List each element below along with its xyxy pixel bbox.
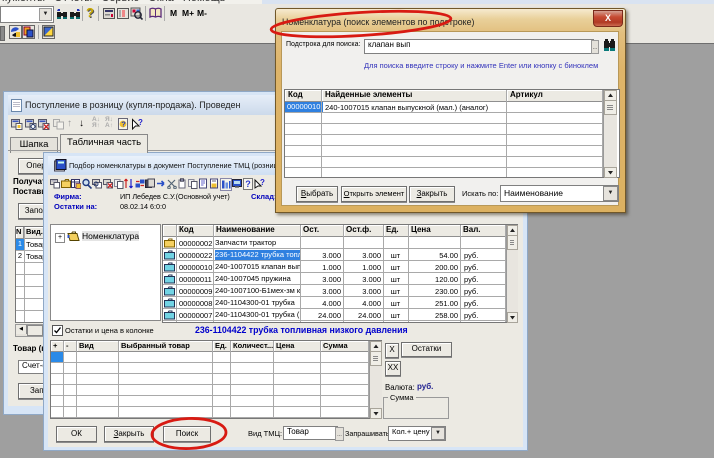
svg-text:?: ?	[138, 118, 143, 127]
svg-text:?: ?	[260, 178, 265, 187]
svg-text:?: ?	[121, 120, 126, 129]
svg-text:?: ?	[245, 179, 251, 189]
